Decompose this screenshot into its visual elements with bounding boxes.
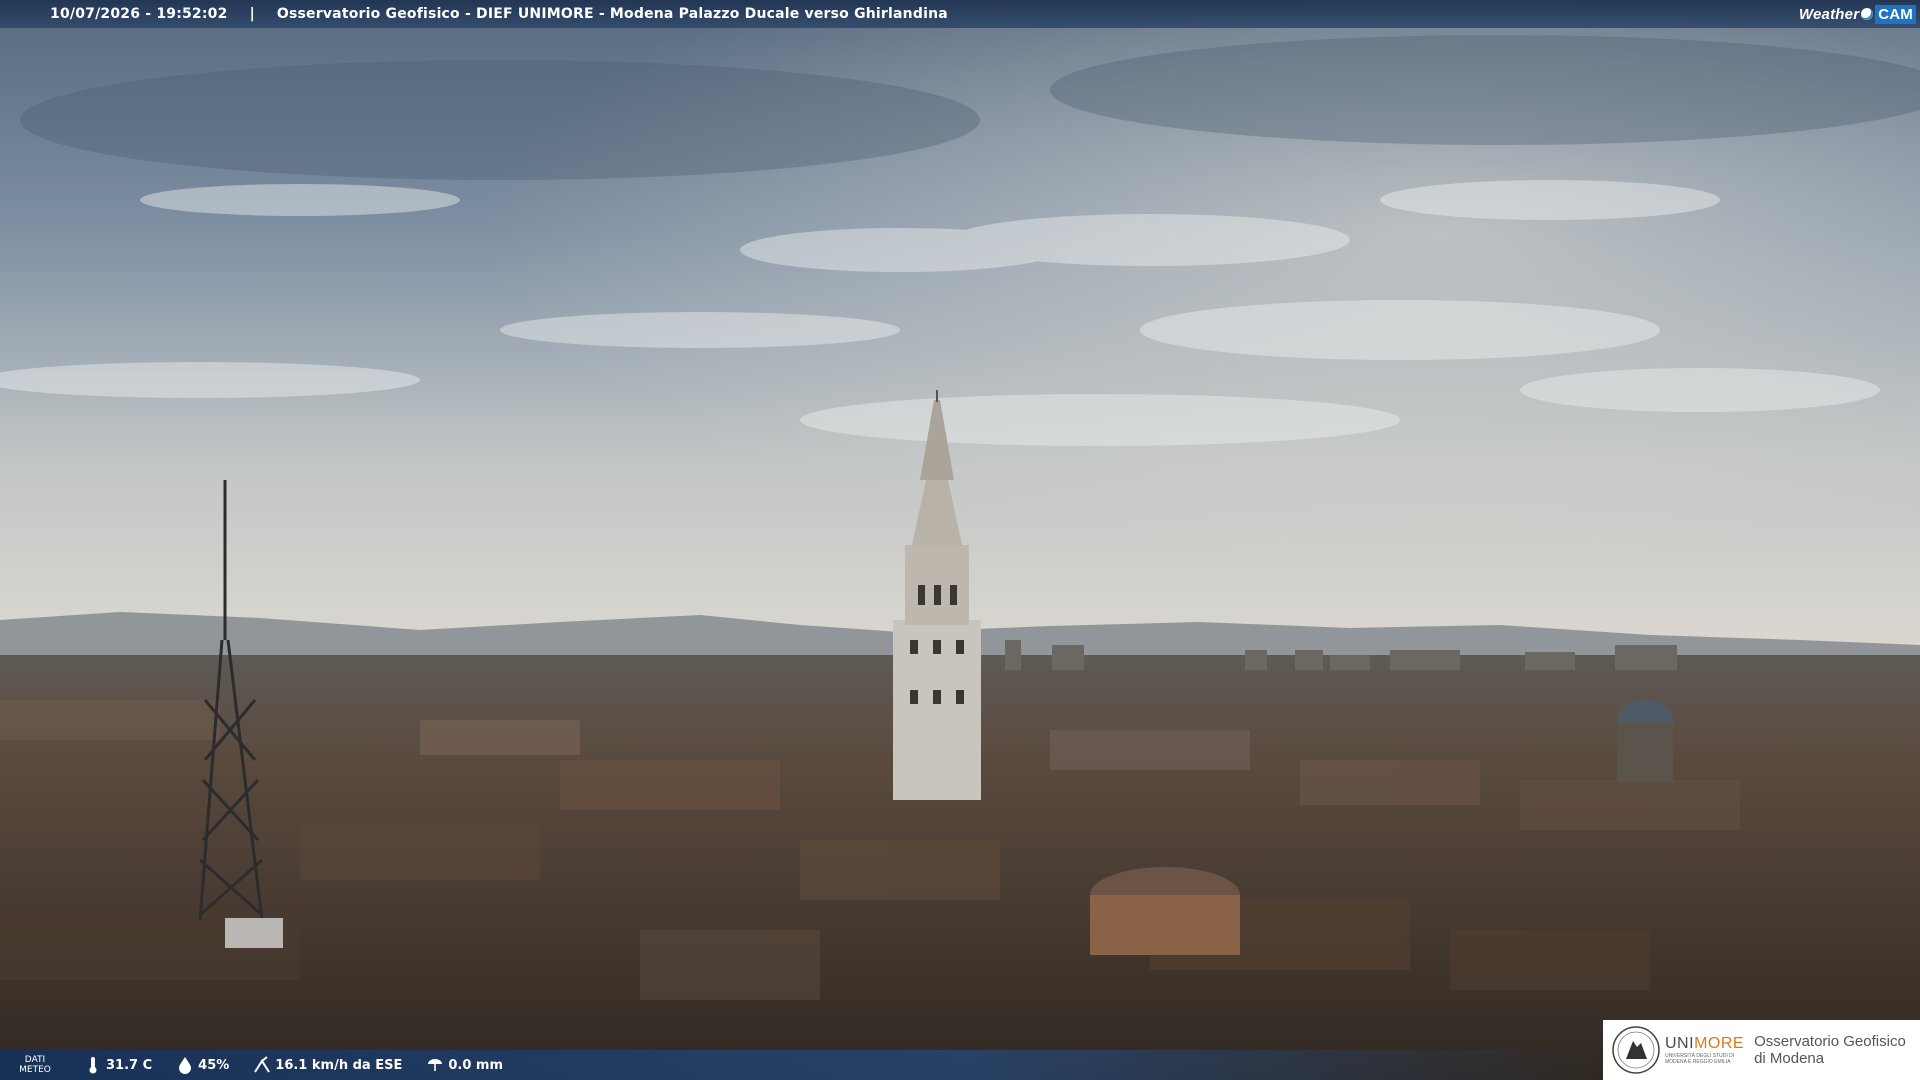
temperature-value: 31.7 C	[106, 1057, 153, 1073]
weathercam-logo-weather: Weather	[1798, 5, 1860, 23]
wind-reading: 16.1 km/h da ESE	[253, 1056, 402, 1074]
weather-data-bar: DATI METEO 31.7 C 45% 16.1 km/h da ESE 0…	[0, 1050, 1600, 1080]
droplet-icon	[179, 1057, 192, 1074]
temperature-reading: 31.7 C	[84, 1056, 152, 1074]
unimore-logo: UNIMORE UNIVERSITÀ DEGLI STUDI DI MODENA…	[1603, 1020, 1920, 1080]
unimore-wordmark: UNIMORE UNIVERSITÀ DEGLI STUDI DI MODENA…	[1665, 1035, 1744, 1065]
humidity-reading: 45%	[176, 1056, 229, 1074]
weathercam-logo-cam: CAM	[1875, 4, 1916, 24]
weather-data-label: DATI METEO	[19, 1055, 51, 1075]
wind-icon	[254, 1056, 271, 1073]
uni-text: UNI	[1665, 1035, 1695, 1052]
caption-separator: |	[249, 6, 255, 22]
rain-icon	[428, 1059, 443, 1071]
caption-bar: 10/07/2026 - 19:52:02 | Osservatorio Geo…	[0, 0, 1920, 28]
camera-caption: Osservatorio Geofisico - DIEF UNIMORE - …	[276, 6, 948, 22]
more-text: MORE	[1694, 1035, 1745, 1052]
humidity-value: 45%	[198, 1057, 230, 1073]
wind-value: 16.1 km/h da ESE	[275, 1057, 403, 1073]
university-subtitle-2: MODENA E REGGIO EMILIA	[1665, 1059, 1731, 1065]
observatory-name: Osservatorio Geofisico di Modena	[1754, 1033, 1906, 1067]
webcam-scene	[0, 0, 1920, 1080]
weathercam-logo: Weather CAM	[1799, 3, 1916, 25]
globe-icon	[1861, 8, 1874, 20]
timestamp: 10/07/2026 - 19:52:02	[50, 6, 228, 22]
thermometer-icon	[89, 1057, 97, 1074]
rain-value: 0.0 mm	[448, 1057, 503, 1073]
rain-reading: 0.0 mm	[426, 1056, 503, 1074]
university-seal-icon	[1612, 1026, 1660, 1074]
